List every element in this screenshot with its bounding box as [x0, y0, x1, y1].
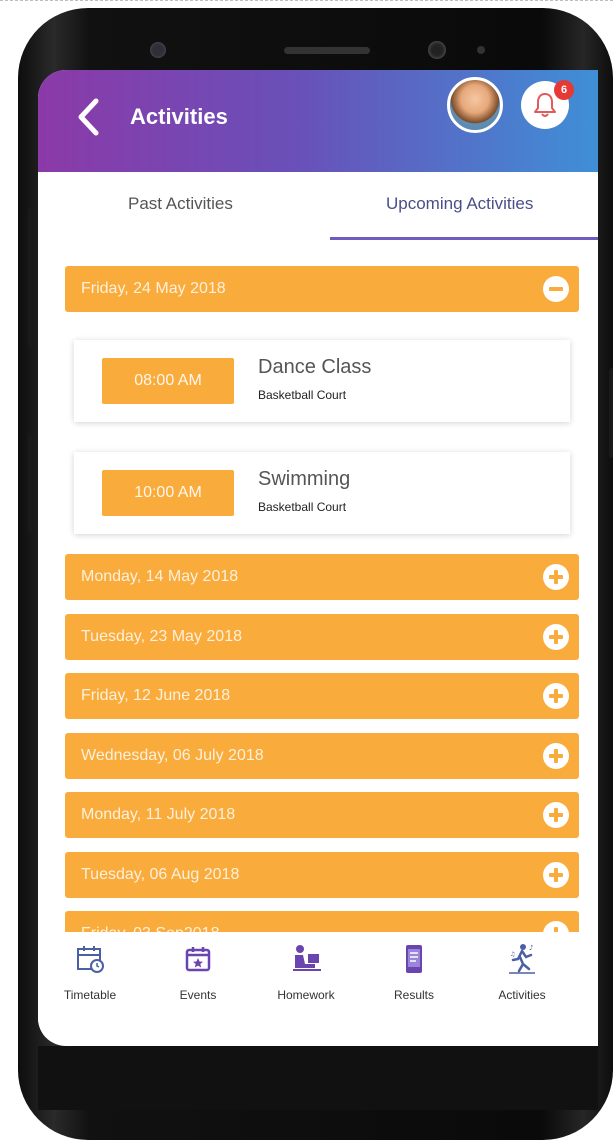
side-button	[28, 433, 34, 533]
expand-icon[interactable]	[543, 802, 569, 828]
timetable-icon	[77, 946, 104, 973]
events-calendar-icon	[185, 947, 211, 972]
bell-icon	[534, 93, 556, 117]
user-avatar[interactable]	[447, 77, 503, 133]
earpiece-speaker	[284, 47, 370, 54]
event-location: Basketball Court	[258, 388, 347, 402]
day-label: Friday, 24 May 2018	[81, 280, 226, 297]
phone-bottom-bezel	[38, 1046, 598, 1110]
tab-bar: Past Activities Upcoming Activities	[38, 172, 598, 244]
day-label: Tuesday, 23 May 2018	[81, 628, 242, 645]
volume-button	[28, 208, 34, 348]
nav-label: Activities	[498, 988, 546, 1002]
event-card[interactable]: 10:00 AM Swimming Basketball Court	[74, 452, 570, 534]
bottom-nav: Timetable Events Homework Results ♪ ♫ Ac…	[38, 932, 598, 1042]
day-header[interactable]: Monday, 11 July 2018	[65, 792, 579, 838]
chevron-left-icon[interactable]	[76, 98, 112, 142]
page-title: Activities	[130, 104, 228, 129]
expand-icon[interactable]	[543, 624, 569, 650]
nav-activities[interactable]: ♪ ♫ Activities	[472, 942, 572, 1002]
collapse-icon[interactable]	[543, 276, 569, 302]
expand-icon[interactable]	[543, 743, 569, 769]
day-header[interactable]: Friday, 12 June 2018	[65, 673, 579, 719]
nav-results[interactable]: Results	[364, 942, 464, 1002]
power-button	[609, 368, 613, 458]
event-card[interactable]: 08:00 AM Dance Class Basketball Court	[74, 340, 570, 422]
event-title: Swimming	[258, 468, 351, 490]
day-label: Monday, 14 May 2018	[81, 568, 239, 585]
nav-label: Homework	[277, 988, 335, 1002]
tab-past-activities[interactable]: Past Activities	[128, 194, 233, 214]
nav-label: Timetable	[63, 988, 117, 1002]
day-header[interactable]: Friday, 24 May 2018	[65, 266, 579, 312]
dashed-border	[0, 0, 613, 1]
page: Activities 6 Past Activities Upcoming Ac…	[0, 0, 613, 1145]
event-title: Dance Class	[258, 356, 372, 378]
app-screen: Activities 6 Past Activities Upcoming Ac…	[38, 70, 598, 1046]
expand-icon[interactable]	[543, 862, 569, 888]
day-label: Tuesday, 06 Aug 2018	[81, 866, 240, 883]
homework-icon	[293, 945, 321, 971]
app-header: Activities 6	[38, 70, 598, 172]
svg-text:♫: ♫	[510, 951, 515, 958]
day-label: Monday, 11 July 2018	[81, 806, 236, 823]
nav-events[interactable]: Events	[148, 942, 248, 1002]
day-header[interactable]: Tuesday, 23 May 2018	[65, 614, 579, 660]
phone-top-bezel	[18, 8, 613, 78]
day-header[interactable]: Monday, 14 May 2018	[65, 554, 579, 600]
nav-homework[interactable]: Homework	[256, 942, 356, 1002]
nav-timetable[interactable]: Timetable	[40, 942, 140, 1002]
day-header[interactable]: Tuesday, 06 Aug 2018	[65, 852, 579, 898]
activities-icon: ♪ ♫	[509, 944, 535, 974]
svg-text:♪: ♪	[529, 944, 533, 952]
proximity-sensor	[428, 41, 446, 59]
nav-label: Results	[393, 988, 434, 1002]
event-time: 08:00 AM	[102, 358, 234, 404]
tab-upcoming-activities[interactable]: Upcoming Activities	[386, 194, 533, 214]
front-camera	[150, 42, 166, 58]
expand-icon[interactable]	[543, 683, 569, 709]
nav-label: Events	[179, 988, 217, 1002]
day-label: Wednesday, 06 July 2018	[81, 747, 264, 764]
day-label: Friday, 12 June 2018	[81, 687, 231, 704]
expand-icon[interactable]	[543, 564, 569, 590]
results-icon	[406, 945, 422, 973]
day-header[interactable]: Wednesday, 06 July 2018	[65, 733, 579, 779]
notification-badge: 6	[554, 80, 574, 100]
event-time: 10:00 AM	[102, 470, 234, 516]
light-sensor	[477, 46, 485, 54]
active-tab-indicator	[330, 237, 598, 240]
event-location: Basketball Court	[258, 500, 347, 514]
